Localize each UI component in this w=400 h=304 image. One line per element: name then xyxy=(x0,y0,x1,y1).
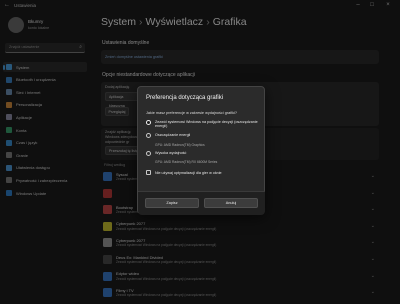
option-high-performance-label[interactable]: Wysoka wydajność xyxy=(155,151,261,156)
radio-high-performance[interactable] xyxy=(146,151,151,156)
dialog-footer: Zapisz Anuluj xyxy=(138,191,265,215)
radio-power-saving[interactable] xyxy=(146,133,151,138)
radio-let-windows-decide[interactable] xyxy=(146,120,151,125)
cancel-button[interactable]: Anuluj xyxy=(204,198,258,208)
windowed-optimization-label[interactable]: Nie używaj optymalizacji dla gier w okni… xyxy=(155,171,222,175)
windowed-optimization-checkbox[interactable] xyxy=(146,170,151,175)
save-button[interactable]: Zapisz xyxy=(145,198,199,208)
dialog-question: Jakie masz preferencje w zakresie wydajn… xyxy=(146,111,237,115)
dialog-title: Preferencja dotycząca grafiki xyxy=(146,95,224,101)
option-let-windows-decide-label[interactable]: Zezwól systemowi Windows na podjęcie dec… xyxy=(155,120,261,129)
option-power-saving-gpu: GPU: AMD Radeon(TM) Graphics xyxy=(155,143,205,147)
option-high-performance-gpu: GPU: AMD Radeon(TM) RX 6600M Series xyxy=(155,159,218,164)
graphics-preference-dialog: Preferencja dotycząca grafiki Jakie masz… xyxy=(137,86,265,215)
option-power-saving-label[interactable]: Oszczędzanie energii xyxy=(155,133,261,138)
